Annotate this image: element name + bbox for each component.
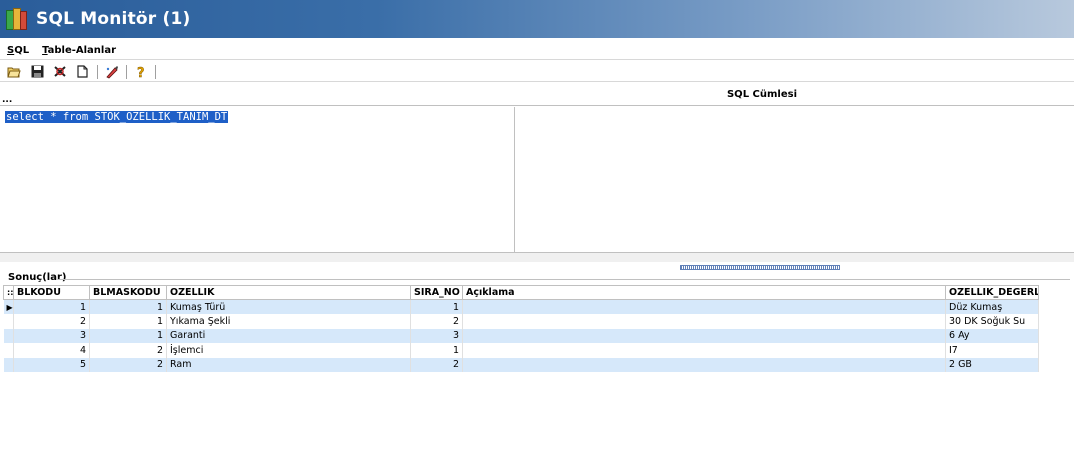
ellipsis-marker: ... [2,95,13,105]
results-divider [58,279,1070,280]
table-row[interactable]: 2 1 Yıkama Şekli 2 30 DK Soğuk Su [3,314,1039,329]
cell-aciklama[interactable] [462,314,946,329]
cell-ozellik[interactable]: Garanti [166,328,411,343]
pane-splitter[interactable] [0,252,1074,262]
cell-ozellik[interactable]: Ram [166,357,411,372]
table-row[interactable]: 5 2 Ram 2 2 GB [3,357,1039,372]
results-label: Sonuç(lar) [8,272,67,283]
sql-editor[interactable]: select * from STOK_OZELLIK_TANIM_DT [0,107,515,258]
cell-ozellik-degerleri[interactable]: 6 Ay [945,328,1039,343]
books-icon [6,7,28,31]
toolbar-separator [97,64,98,79]
row-indicator[interactable] [3,357,14,372]
cell-sira-no[interactable]: 1 [410,299,463,314]
toolbar-separator [126,64,127,79]
cell-blkodu[interactable]: 1 [13,299,90,314]
execute-icon[interactable] [51,63,69,81]
grid-header-row: :: BLKODU BLMASKODU OZELLIK SIRA_NO Açık… [3,285,1039,300]
cell-blkodu[interactable]: 5 [13,357,90,372]
cell-ozellik-degerleri[interactable]: Düz Kumaş [945,299,1039,314]
row-indicator[interactable] [3,343,14,358]
column-header-ozellik[interactable]: OZELLIK [166,285,411,300]
column-header-sira-no[interactable]: SIRA_NO [410,285,463,300]
title-bar: SQL Monitör (1) [0,0,1074,38]
edit-icon[interactable] [103,63,121,81]
cell-ozellik-degerleri[interactable]: 30 DK Soğuk Su [945,314,1039,329]
cell-aciklama[interactable] [462,343,946,358]
indicator-header: :: [3,285,14,300]
splitter-grip[interactable] [680,265,840,270]
save-icon[interactable] [28,63,46,81]
cell-blkodu[interactable]: 2 [13,314,90,329]
cell-ozellik[interactable]: İşlemci [166,343,411,358]
table-row[interactable]: ▶ 1 1 Kumaş Türü 1 Düz Kumaş [3,299,1039,314]
cell-aciklama[interactable] [462,357,946,372]
table-row[interactable]: 3 1 Garanti 3 6 Ay [3,328,1039,343]
cell-blmaskodu[interactable]: 1 [89,314,167,329]
new-icon[interactable] [74,63,92,81]
cell-ozellik[interactable]: Yıkama Şekli [166,314,411,329]
cell-blmaskodu[interactable]: 1 [89,328,167,343]
row-indicator[interactable] [3,328,14,343]
sql-statement-pane[interactable] [516,107,1074,252]
cell-blkodu[interactable]: 4 [13,343,90,358]
sql-statement-header: SQL Cümlesi [0,88,1074,106]
toolbar-separator [155,64,156,79]
cell-blmaskodu[interactable]: 1 [89,299,167,314]
cell-ozellik[interactable]: Kumaş Türü [166,299,411,314]
row-indicator[interactable]: ▶ [3,299,14,314]
cell-sira-no[interactable]: 1 [410,343,463,358]
column-header-blmaskodu[interactable]: BLMASKODU [89,285,167,300]
menu-bar: SQL Table-Alanlar [0,41,1074,60]
toolbar: ? [0,62,1074,82]
column-header-aciklama[interactable]: Açıklama [462,285,946,300]
column-header-ozellik-degerleri[interactable]: OZELLIK_DEGERLERI [945,285,1039,300]
menu-table-alanlar[interactable]: Table-Alanlar [42,45,116,56]
open-icon[interactable] [5,63,23,81]
column-header-blkodu[interactable]: BLKODU [13,285,90,300]
cell-aciklama[interactable] [462,299,946,314]
cell-ozellik-degerleri[interactable]: 2 GB [945,357,1039,372]
cell-aciklama[interactable] [462,328,946,343]
cell-blkodu[interactable]: 3 [13,328,90,343]
cell-sira-no[interactable]: 3 [410,328,463,343]
table-row[interactable]: 4 2 İşlemci 1 I7 [3,343,1039,358]
menu-sql[interactable]: SQL [7,45,29,56]
help-icon[interactable]: ? [132,63,150,81]
svg-text:?: ? [137,66,145,79]
results-grid[interactable]: :: BLKODU BLMASKODU OZELLIK SIRA_NO Açık… [3,285,1039,372]
row-indicator[interactable] [3,314,14,329]
cell-ozellik-degerleri[interactable]: I7 [945,343,1039,358]
window-title: SQL Monitör (1) [36,9,191,29]
cell-sira-no[interactable]: 2 [410,357,463,372]
sql-query-text[interactable]: select * from STOK_OZELLIK_TANIM_DT [5,111,229,123]
cell-sira-no[interactable]: 2 [410,314,463,329]
cell-blmaskodu[interactable]: 2 [89,343,167,358]
cell-blmaskodu[interactable]: 2 [89,357,167,372]
